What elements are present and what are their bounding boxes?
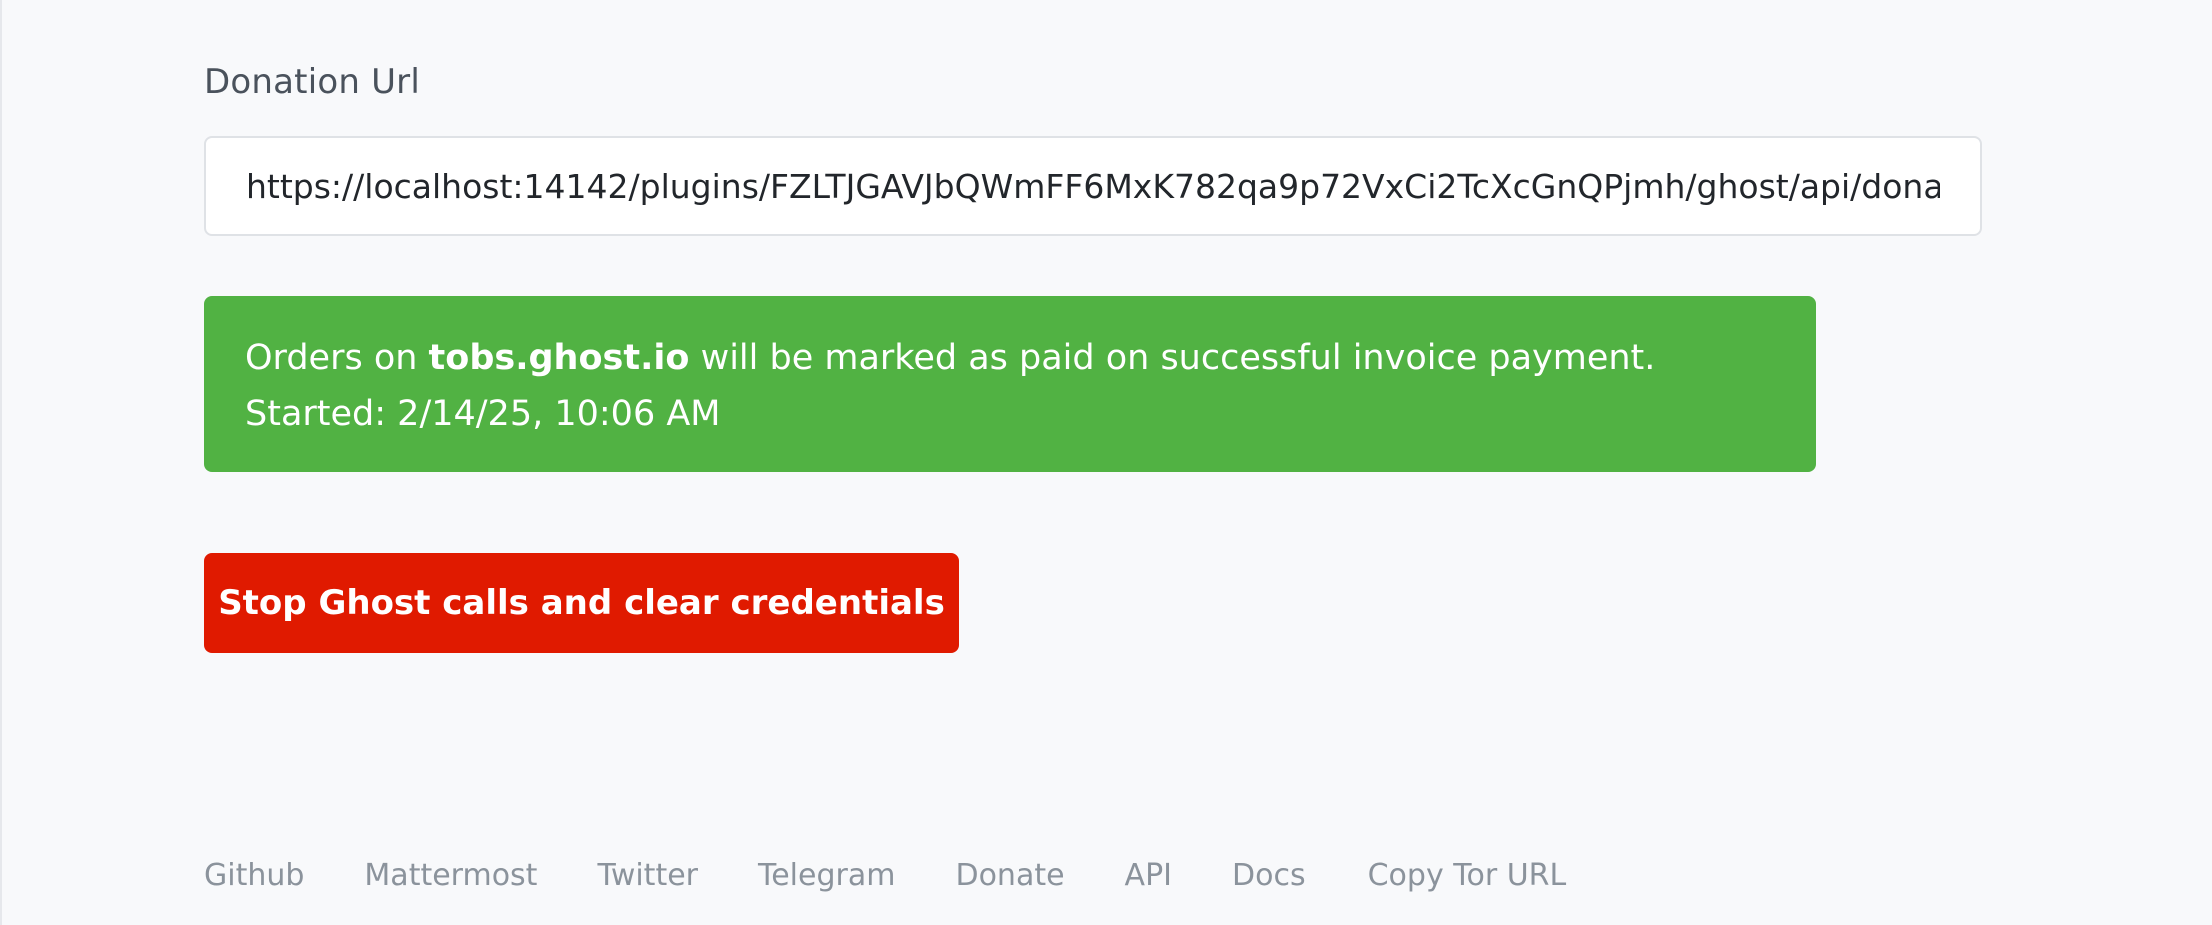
footer-link-github[interactable]: Github bbox=[204, 858, 304, 898]
footer-link-docs[interactable]: Docs bbox=[1232, 858, 1306, 898]
footer-link-donate[interactable]: Donate bbox=[955, 858, 1064, 898]
footer-link-mattermost[interactable]: Mattermost bbox=[364, 858, 537, 898]
footer-link-api[interactable]: API bbox=[1125, 858, 1172, 898]
alert-site-name: tobs.ghost.io bbox=[428, 338, 690, 378]
donation-url-input[interactable] bbox=[204, 136, 1982, 236]
alert-started-timestamp: 2/14/25, 10:06 AM bbox=[397, 394, 721, 434]
footer-nav: Github Mattermost Twitter Telegram Donat… bbox=[204, 858, 1566, 898]
stop-ghost-calls-button[interactable]: Stop Ghost calls and clear credentials bbox=[204, 553, 959, 653]
success-alert: Orders on tobs.ghost.io will be marked a… bbox=[204, 296, 1816, 472]
donation-url-label: Donation Url bbox=[204, 62, 421, 102]
footer-link-twitter[interactable]: Twitter bbox=[597, 858, 698, 898]
ghost-plugin-settings-page: Donation Url Orders on tobs.ghost.io wil… bbox=[0, 0, 2212, 925]
footer-link-copy-tor-url[interactable]: Copy Tor URL bbox=[1368, 858, 1567, 898]
footer-link-telegram[interactable]: Telegram bbox=[758, 858, 895, 898]
alert-prefix: Orders on bbox=[245, 338, 429, 378]
